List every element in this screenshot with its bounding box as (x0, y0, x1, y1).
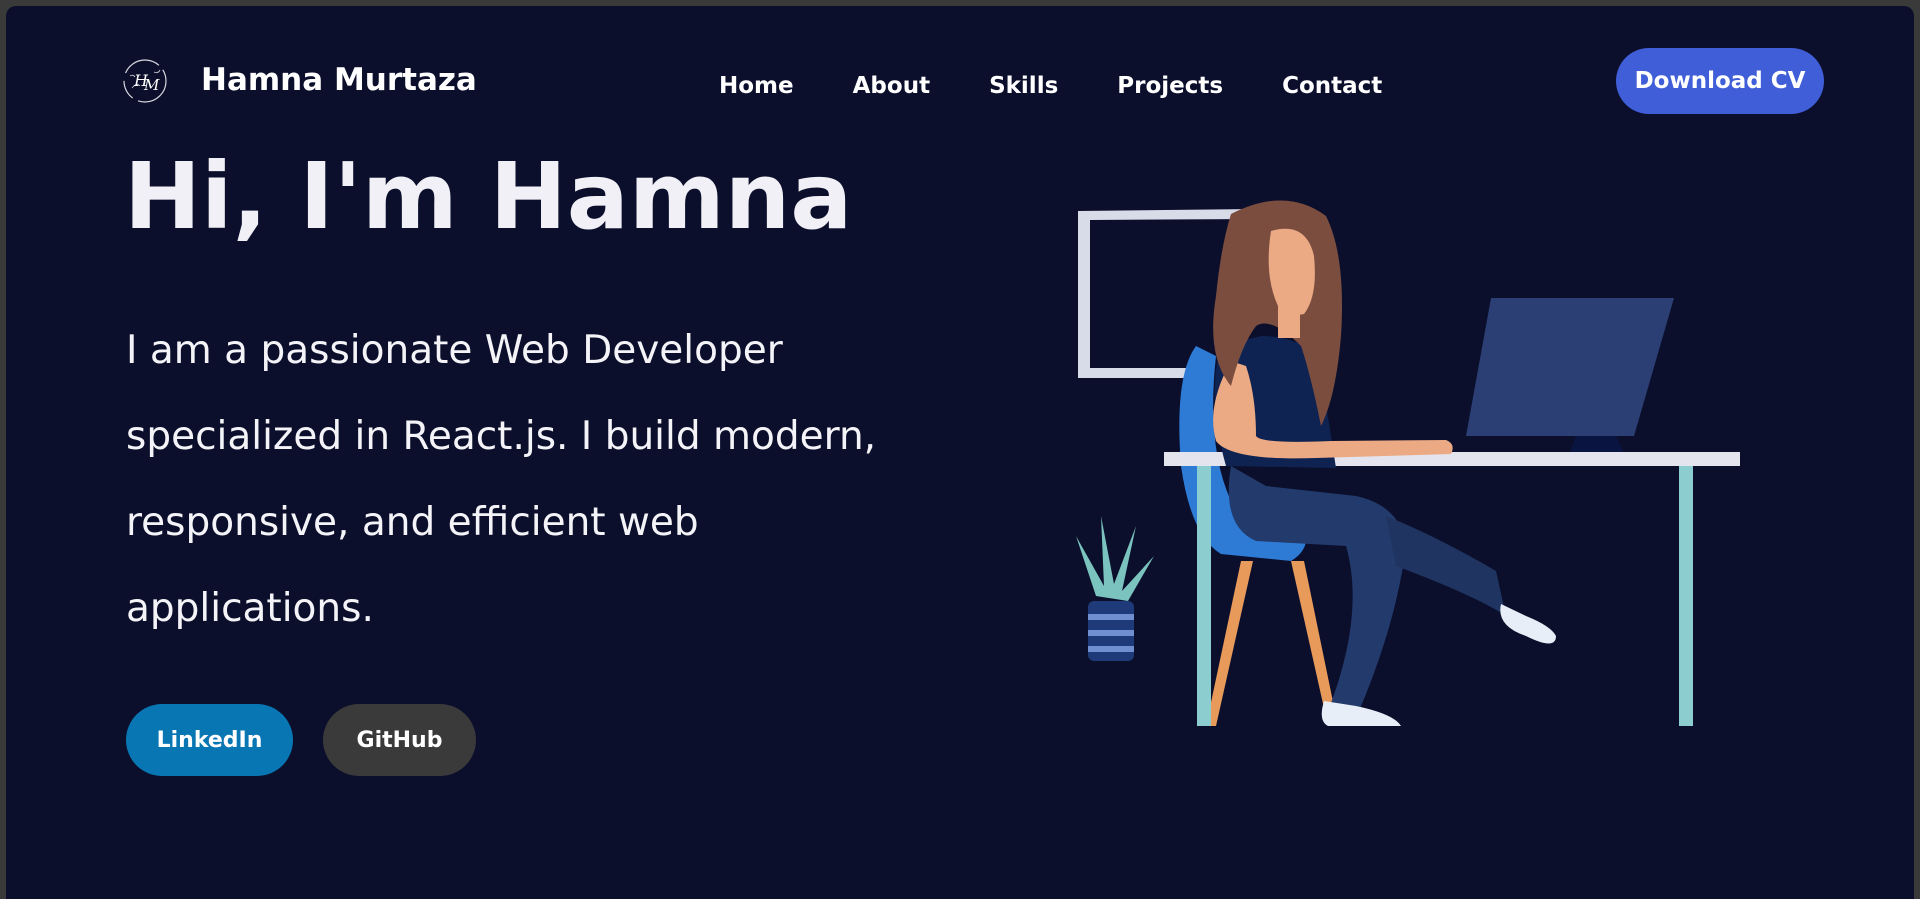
hero-description: I am a passionate Web Developer speciali… (126, 308, 877, 652)
plant-icon (1076, 516, 1154, 661)
github-button[interactable]: GitHub (323, 704, 476, 776)
download-cv-button[interactable]: Download CV (1616, 48, 1824, 114)
woman-working-at-desk-illustration-icon (1076, 200, 1740, 726)
hero-description-line: responsive, and efficient web (126, 500, 699, 545)
hero-title: Hi, I'm Hamna (124, 143, 853, 250)
svg-text:M: M (143, 76, 160, 94)
hm-monogram-logo-icon[interactable]: H M (120, 56, 170, 106)
hero-description-line: I am a passionate Web Developer (126, 328, 783, 373)
nav-home-link[interactable]: Home (719, 73, 794, 99)
nav-contact-link[interactable]: Contact (1282, 73, 1382, 99)
nav-about-link[interactable]: About (853, 73, 930, 99)
brand-name[interactable]: Hamna Murtaza (201, 62, 477, 98)
page-frame: H M Hamna Murtaza Home About Skills Proj… (6, 6, 1914, 899)
nav-projects-link[interactable]: Projects (1117, 73, 1223, 99)
hero-description-line: applications. (126, 586, 374, 631)
linkedin-button[interactable]: LinkedIn (126, 704, 293, 776)
hero-description-line: specialized in React.js. I build modern, (126, 414, 877, 459)
nav-skills-link[interactable]: Skills (989, 73, 1058, 99)
main-nav: Home About Skills Projects Contact (719, 73, 1382, 99)
